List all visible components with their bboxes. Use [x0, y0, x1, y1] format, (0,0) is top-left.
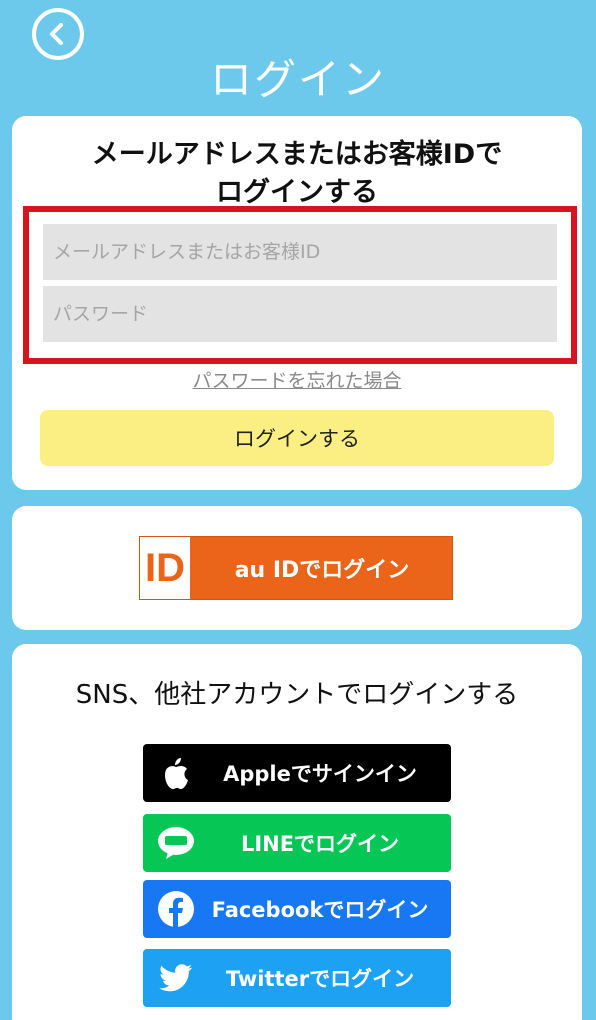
sns-heading: SNS、他社アカウントでログインする: [75, 680, 519, 710]
login-card: メールアドレスまたはお客様IDで ログインする パスワードを忘れた場合 ログイン…: [12, 116, 582, 490]
auid-login-label: au IDでログイン: [234, 558, 410, 583]
email-input[interactable]: [43, 224, 557, 280]
auid-login-button[interactable]: ID au IDでログイン: [139, 536, 453, 600]
page-title: ログイン: [209, 55, 386, 104]
highlight-frame: [23, 206, 577, 364]
login-card-heading: メールアドレスまたはお客様IDで ログインする: [12, 136, 582, 212]
apple-icon: [147, 744, 205, 802]
twitter-login-button[interactable]: Twitterでログイン: [143, 949, 451, 1007]
forgot-password-link[interactable]: パスワードを忘れた場合: [12, 366, 582, 393]
apple-signin-button[interactable]: Appleでサインイン: [143, 744, 451, 802]
password-input[interactable]: [43, 286, 557, 342]
line-icon: [147, 814, 205, 872]
chevron-left-icon: [50, 23, 63, 45]
line-login-button[interactable]: LINEでログイン: [143, 814, 451, 872]
header: ログイン: [0, 0, 596, 114]
login-heading-line1: メールアドレスまたはお客様IDで: [91, 139, 503, 170]
facebook-login-label: Facebookでログイン: [211, 898, 429, 922]
login-button[interactable]: ログインする: [40, 410, 554, 466]
auid-logo: ID: [140, 537, 192, 599]
auid-logo-text: ID: [145, 545, 185, 590]
twitter-login-label: Twitterでログイン: [225, 967, 415, 991]
sns-card: SNS、他社アカウントでログインする Appleでサインイン LINEでログイン: [12, 644, 582, 1020]
twitter-icon: [147, 949, 205, 1007]
apple-signin-label: Appleでサインイン: [223, 762, 417, 786]
line-login-label: LINEでログイン: [240, 832, 400, 856]
facebook-icon: [147, 880, 205, 938]
facebook-login-button[interactable]: Facebookでログイン: [143, 880, 451, 938]
auid-card: ID au IDでログイン: [12, 506, 582, 630]
